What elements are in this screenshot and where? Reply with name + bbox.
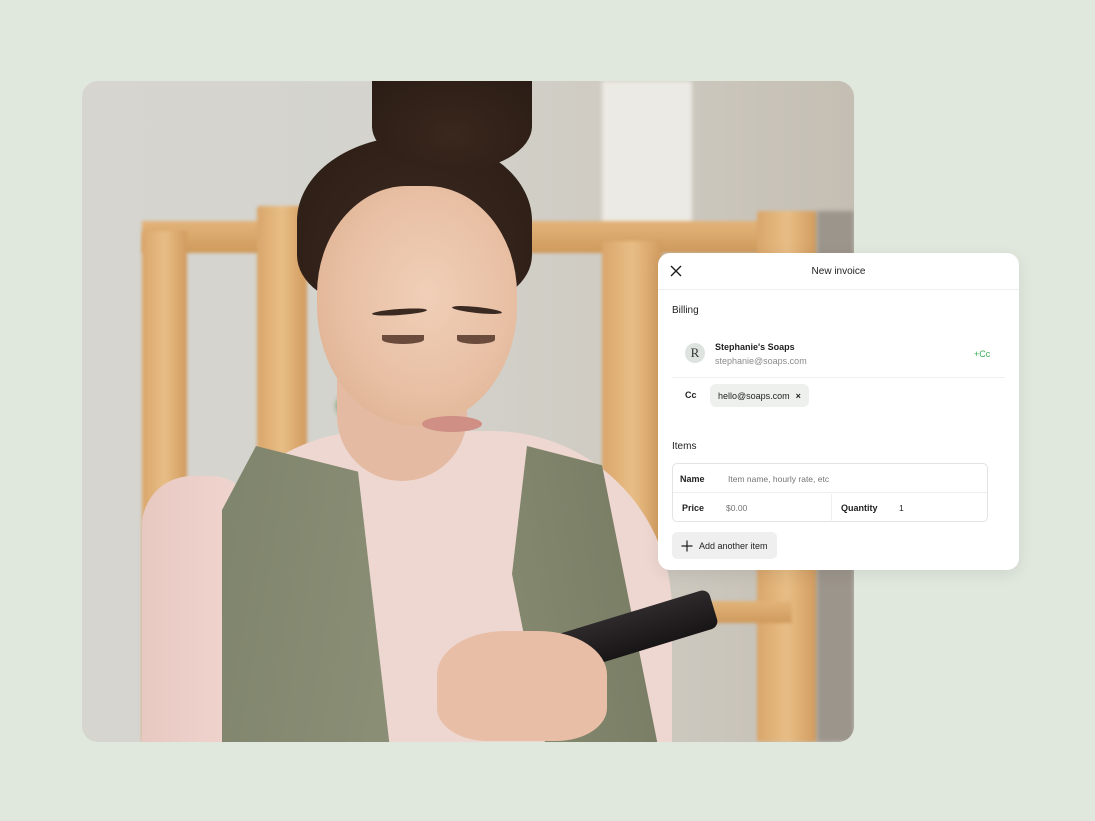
- billing-section-label: Billing: [672, 305, 699, 316]
- lamp-shade: [602, 81, 692, 231]
- quantity-field: Quantity: [831, 494, 987, 522]
- item-form: Name Price Quantity: [672, 463, 988, 522]
- person-lips: [422, 416, 482, 432]
- cc-email-chip-label: hello@soaps.com: [718, 390, 790, 401]
- billing-contact[interactable]: R Stephanie's Soaps stephanie@soaps.com …: [685, 342, 1005, 372]
- plus-icon: [681, 540, 693, 551]
- item-price-row: Price Quantity: [673, 494, 987, 522]
- item-name-row: Name: [673, 464, 987, 493]
- price-field-label: Price: [682, 503, 705, 513]
- person-face: [317, 186, 517, 426]
- person-hair-bun: [372, 81, 532, 171]
- person-eye: [382, 335, 424, 344]
- divider: [672, 377, 1005, 378]
- quantity-field-label: Quantity: [841, 503, 878, 513]
- items-section-label: Items: [672, 441, 697, 452]
- new-invoice-card: New invoice Billing R Stephanie's Soaps …: [658, 253, 1019, 570]
- quantity-input[interactable]: [899, 503, 959, 513]
- contact-name: Stephanie's Soaps: [715, 342, 795, 352]
- add-another-item-label: Add another item: [699, 540, 768, 551]
- card-title: New invoice: [811, 266, 866, 277]
- person-eye: [457, 335, 495, 344]
- name-field-label: Name: [680, 474, 705, 484]
- person-hand: [437, 631, 607, 741]
- cc-label: Cc: [685, 390, 697, 400]
- item-name-input[interactable]: [728, 474, 968, 484]
- contact-email: stephanie@soaps.com: [715, 356, 807, 366]
- card-header: New invoice: [658, 253, 1019, 290]
- add-cc-button[interactable]: +Cc: [974, 349, 990, 359]
- item-price-input[interactable]: [726, 503, 821, 513]
- remove-chip-icon[interactable]: ×: [796, 391, 801, 401]
- cc-email-chip[interactable]: hello@soaps.com ×: [710, 384, 809, 407]
- add-another-item-button[interactable]: Add another item: [672, 532, 777, 559]
- avatar: R: [685, 343, 705, 363]
